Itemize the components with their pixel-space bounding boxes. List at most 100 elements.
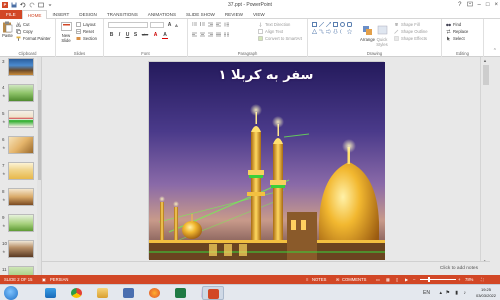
taskbar-app-firefox[interactable] xyxy=(144,286,166,300)
shape-rounded-rect[interactable] xyxy=(347,22,352,27)
line-spacing-icon[interactable] xyxy=(224,22,229,27)
language-indicator[interactable]: PERSIAN xyxy=(50,275,68,284)
align-right-icon[interactable] xyxy=(208,32,213,37)
tab-view[interactable]: VIEW xyxy=(248,10,270,19)
help-button[interactable]: ? xyxy=(458,2,461,8)
slide-photo-karbala-shrine[interactable] xyxy=(149,62,385,260)
layout-button[interactable]: Layout xyxy=(76,22,96,27)
tab-design[interactable]: DESIGN xyxy=(74,10,102,19)
tab-animations[interactable]: ANIMATIONS xyxy=(143,10,181,19)
format-painter-button[interactable]: Format Painter xyxy=(16,36,51,41)
find-button[interactable]: Find xyxy=(446,22,461,27)
justify-icon[interactable] xyxy=(216,32,221,37)
maximize-button[interactable]: □ xyxy=(486,2,490,8)
zoom-in-button[interactable]: + xyxy=(458,275,460,284)
tab-slide-show[interactable]: SLIDE SHOW xyxy=(181,10,220,19)
taskbar-app-powerpoint[interactable] xyxy=(202,286,224,300)
show-hidden-icons-icon[interactable]: ▴ xyxy=(439,290,442,296)
current-slide[interactable]: سفر به کربلا ۱ xyxy=(148,61,385,260)
slide-thumbnail[interactable]: 5 ★ xyxy=(0,109,41,129)
comments-icon[interactable]: ✉ xyxy=(336,275,340,284)
redo-icon[interactable] xyxy=(29,2,35,8)
shadow-button[interactable]: S xyxy=(132,32,139,38)
network-icon[interactable]: ▮ xyxy=(455,290,458,296)
flag-icon[interactable]: ⚑ xyxy=(446,290,450,296)
taskbar-app-chrome-icon[interactable] xyxy=(66,286,88,300)
slide-thumbnail[interactable]: 6 ★ xyxy=(0,135,41,155)
shapes-gallery[interactable] xyxy=(311,21,356,44)
shape-right-arrow[interactable] xyxy=(325,28,332,35)
normal-view-icon[interactable]: ▭ xyxy=(376,275,380,284)
convert-smartart-button[interactable]: Convert to SmartArt xyxy=(258,36,302,41)
font-name-box[interactable] xyxy=(108,22,148,28)
shape-text-box[interactable] xyxy=(312,22,317,27)
taskbar-app-excel[interactable] xyxy=(170,286,192,300)
shape-curly-brace[interactable] xyxy=(340,29,345,34)
slide-scroll-thumb[interactable] xyxy=(483,65,489,85)
close-button[interactable]: × xyxy=(494,2,498,8)
slide-scrollbar[interactable]: ▲ ⏶ ⏷ ▼ xyxy=(480,57,490,275)
thumbnails-scrollbar[interactable] xyxy=(37,57,41,275)
copy-button[interactable]: Copy xyxy=(16,29,33,34)
save-icon[interactable] xyxy=(11,2,17,8)
slide-thumbnail[interactable]: 10 ★ xyxy=(0,239,41,259)
notes-placeholder[interactable]: Click to add notes xyxy=(440,266,478,271)
zoom-level[interactable]: 78% xyxy=(465,275,473,284)
shape-oval[interactable] xyxy=(340,22,345,27)
reset-button[interactable]: Reset xyxy=(76,29,94,34)
strikethrough-button[interactable]: abc xyxy=(140,32,150,37)
taskbar-app-explorer-icon[interactable] xyxy=(40,286,62,300)
new-slide-button[interactable]: New Slide xyxy=(59,21,73,43)
tab-transitions[interactable]: TRANSITIONS xyxy=(102,10,143,19)
shape-outline-button[interactable]: Shape Outline xyxy=(394,29,428,34)
slide-thumbnail[interactable]: 3 xyxy=(0,57,41,77)
shrink-font-button[interactable]: A xyxy=(173,23,180,28)
align-left-icon[interactable] xyxy=(192,32,197,37)
tab-review[interactable]: REVIEW xyxy=(220,10,248,19)
undo-icon[interactable] xyxy=(20,2,26,8)
clock[interactable]: 19:25 03/03/2022 xyxy=(476,285,496,300)
replace-button[interactable]: Replace xyxy=(446,29,468,34)
tab-file[interactable]: FILE xyxy=(0,9,22,19)
scroll-up-icon[interactable]: ▲ xyxy=(483,58,487,63)
minimize-button[interactable]: – xyxy=(478,2,481,8)
slide-sorter-view-icon[interactable]: ▦ xyxy=(386,275,390,284)
align-text-button[interactable]: Align Text xyxy=(258,29,283,34)
slide-thumbnail[interactable]: 8 ★ xyxy=(0,187,41,207)
tab-home[interactable]: HOME xyxy=(21,9,48,20)
text-direction-button[interactable]: Text Direction xyxy=(258,22,290,27)
shape-triangle[interactable] xyxy=(311,28,318,34)
zoom-slider[interactable] xyxy=(420,279,456,280)
start-from-beginning-icon[interactable] xyxy=(38,2,44,8)
language-indicator-tray[interactable]: EN xyxy=(423,290,430,296)
zoom-out-button[interactable]: – xyxy=(413,275,415,284)
ribbon-display-options-icon[interactable] xyxy=(466,1,473,9)
decrease-indent-icon[interactable] xyxy=(208,22,213,27)
slide-thumbnail[interactable]: 7 ★ xyxy=(0,161,41,181)
quick-styles-button[interactable]: Quick Styles xyxy=(376,25,388,47)
section-button[interactable]: Section xyxy=(76,36,97,41)
zoom-slider-thumb[interactable] xyxy=(428,277,431,282)
thumbnails-scroll-thumb[interactable] xyxy=(37,90,41,180)
start-button[interactable] xyxy=(4,286,18,300)
font-color-button[interactable]: A xyxy=(162,32,168,39)
bold-button[interactable]: B xyxy=(108,32,115,38)
shape-down-arrow[interactable] xyxy=(332,28,339,35)
notes-toggle-button[interactable]: NOTES xyxy=(312,275,326,284)
taskbar-app-file-explorer[interactable] xyxy=(92,286,114,300)
columns-icon[interactable] xyxy=(224,32,229,37)
shape-rectangle[interactable] xyxy=(333,22,338,27)
slide-title[interactable]: سفر به کربلا ۱ xyxy=(149,68,383,83)
notes-toggle-icon[interactable]: ≡ xyxy=(306,275,308,284)
arrange-button[interactable]: Arrange xyxy=(360,25,375,42)
align-center-icon[interactable] xyxy=(200,32,205,37)
slide-thumbnail[interactable]: 11 xyxy=(0,265,41,275)
reading-view-icon[interactable]: ▯ xyxy=(396,275,398,284)
cut-button[interactable]: Cut xyxy=(15,22,30,28)
slide-thumbnail[interactable]: 4 ★ xyxy=(0,83,41,103)
collapse-ribbon-icon[interactable]: ⌃ xyxy=(493,48,497,54)
numbering-icon[interactable] xyxy=(200,22,205,27)
shape-star[interactable] xyxy=(346,28,353,35)
customize-qat-icon[interactable] xyxy=(47,2,53,8)
slide-thumbnail[interactable]: 9 ★ xyxy=(0,213,41,233)
